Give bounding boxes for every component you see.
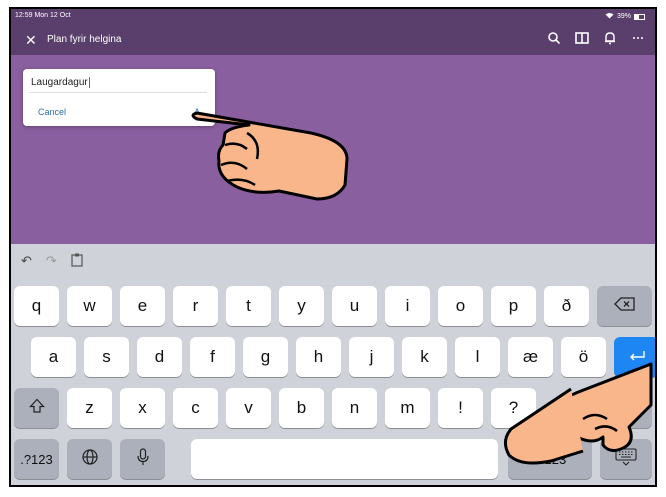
cancel-button[interactable]: Cancel	[38, 107, 66, 117]
key-a[interactable]: a	[31, 337, 76, 377]
backspace-icon	[613, 296, 636, 316]
key-o-umlaut[interactable]: ö	[561, 337, 606, 377]
redo-icon[interactable]: ↷	[46, 253, 57, 269]
search-icon[interactable]	[547, 31, 561, 45]
key-j[interactable]: j	[349, 337, 394, 377]
microphone-icon	[136, 447, 150, 471]
return-icon	[628, 347, 646, 367]
key-d[interactable]: d	[137, 337, 182, 377]
shift-icon-right	[616, 398, 633, 419]
backspace-key[interactable]	[597, 286, 652, 326]
status-time: 12:59 Mon 12 Oct	[15, 12, 71, 19]
paste-icon[interactable]	[71, 253, 83, 270]
globe-icon	[81, 448, 99, 471]
numbers-key-right[interactable]: .?123	[508, 439, 592, 479]
key-u[interactable]: u	[332, 286, 377, 326]
key-w[interactable]: w	[67, 286, 112, 326]
battery-icon	[634, 13, 645, 20]
keyboard-hide-icon	[615, 447, 637, 471]
key-g[interactable]: g	[243, 337, 288, 377]
key-q[interactable]: q	[14, 286, 59, 326]
key-l[interactable]: l	[455, 337, 500, 377]
more-icon[interactable]	[631, 31, 645, 45]
device-screen: 12:59 Mon 12 Oct 39% ✕ Plan fyrir helgin…	[9, 7, 657, 487]
keyboard-toolbar: ↶ ↷	[11, 244, 655, 278]
key-c[interactable]: c	[173, 388, 218, 428]
return-key[interactable]	[614, 337, 655, 377]
key-k[interactable]: k	[402, 337, 447, 377]
key-p[interactable]: p	[491, 286, 536, 326]
key-s[interactable]: s	[84, 337, 129, 377]
key-z[interactable]: z	[67, 388, 112, 428]
book-icon[interactable]	[575, 31, 589, 45]
key-i[interactable]: i	[385, 286, 430, 326]
key-e[interactable]: e	[120, 286, 165, 326]
key-y[interactable]: y	[279, 286, 324, 326]
bell-icon[interactable]	[603, 31, 617, 45]
onscreen-keyboard: ↶ ↷ q w e r t y u i o p ð a s d f g h j …	[11, 244, 655, 485]
page-title: Plan fyrir helgina	[47, 34, 122, 45]
wifi-icon	[605, 12, 614, 21]
key-exclamation[interactable]: !	[438, 388, 483, 428]
key-v[interactable]: v	[226, 388, 271, 428]
key-m[interactable]: m	[385, 388, 430, 428]
space-key[interactable]	[191, 439, 498, 479]
key-n[interactable]: n	[332, 388, 377, 428]
text-caret	[88, 77, 90, 88]
key-eth[interactable]: ð	[544, 286, 589, 326]
hide-keyboard-key[interactable]	[600, 439, 652, 479]
shift-key-right[interactable]	[597, 388, 652, 428]
key-x[interactable]: x	[120, 388, 165, 428]
shift-key-left[interactable]	[14, 388, 59, 428]
battery-percent: 39%	[616, 13, 631, 20]
add-button[interactable]: A	[194, 107, 200, 117]
status-bar: 12:59 Mon 12 Oct 39%	[11, 9, 655, 25]
section-name-input[interactable]: Laugardagur	[29, 75, 207, 93]
key-r[interactable]: r	[173, 286, 218, 326]
dictation-key[interactable]	[120, 439, 165, 479]
key-h[interactable]: h	[296, 337, 341, 377]
key-question[interactable]: ?	[491, 388, 536, 428]
hand-pointer-icon	[191, 111, 349, 201]
undo-icon[interactable]: ↶	[21, 253, 32, 269]
key-b[interactable]: b	[279, 388, 324, 428]
rename-popup: Laugardagur Cancel A	[23, 69, 215, 126]
key-t[interactable]: t	[226, 286, 271, 326]
globe-key[interactable]	[67, 439, 112, 479]
key-o[interactable]: o	[438, 286, 483, 326]
key-f[interactable]: f	[190, 337, 235, 377]
key-ae[interactable]: æ	[508, 337, 553, 377]
close-icon[interactable]: ✕	[25, 32, 37, 49]
numbers-key-left[interactable]: .?123	[14, 439, 59, 479]
navigation-bar: ✕ Plan fyrir helgina	[11, 25, 655, 55]
shift-icon	[28, 398, 45, 419]
